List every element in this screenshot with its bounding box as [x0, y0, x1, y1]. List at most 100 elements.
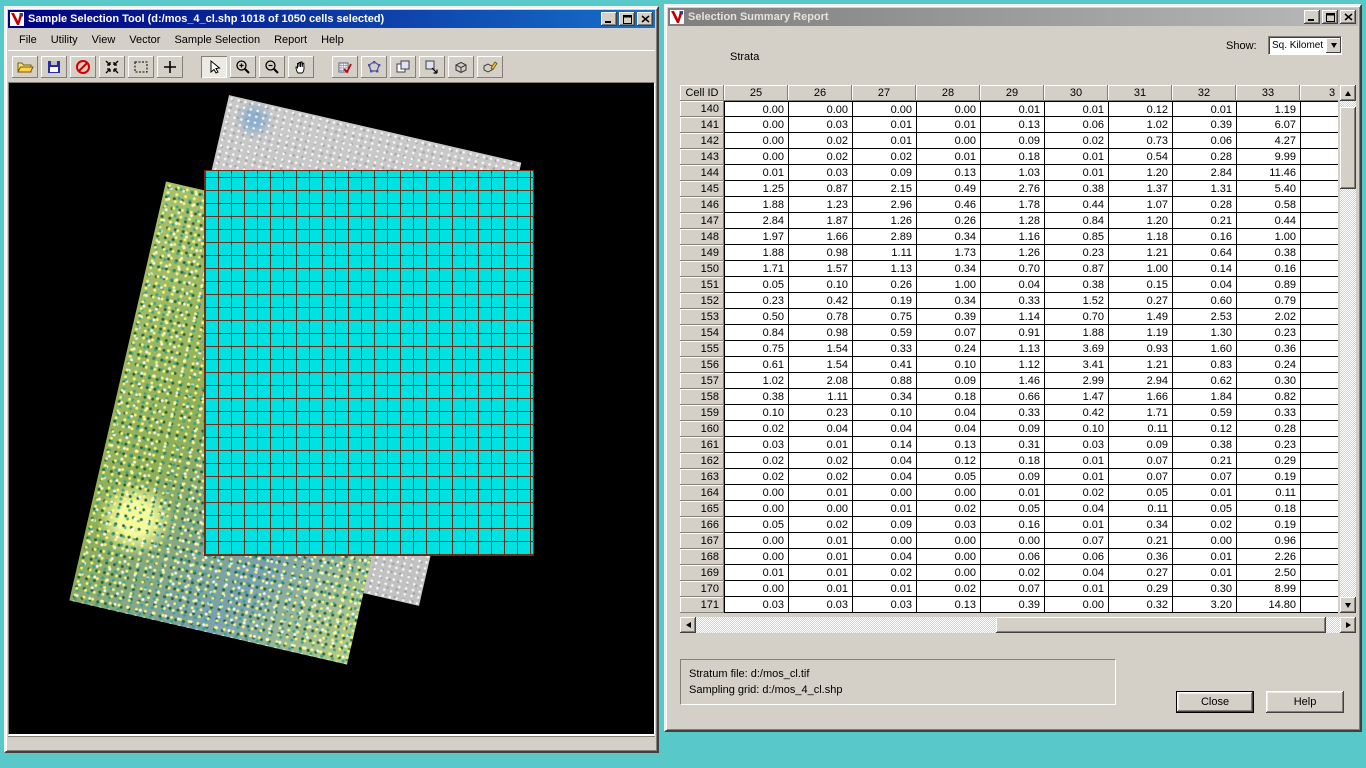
- menu-vector[interactable]: Vector: [122, 32, 167, 48]
- menu-help[interactable]: Help: [314, 32, 351, 48]
- zoom-out-icon[interactable]: [259, 56, 285, 78]
- close-button[interactable]: Close: [1176, 691, 1254, 713]
- value-cell: 1.78: [980, 197, 1044, 213]
- value-cell: 0.23: [1044, 245, 1108, 261]
- menu-sample-selection[interactable]: Sample Selection: [167, 32, 267, 48]
- help-button[interactable]: Help: [1266, 691, 1344, 713]
- table-row: 1620.020.020.040.120.180.010.070.210.29: [680, 453, 1338, 469]
- value-cell: 0.33: [1236, 405, 1300, 421]
- value-cell: 0.01: [1044, 165, 1108, 181]
- horizontal-scroll-thumb[interactable]: [996, 617, 1326, 633]
- cell-id: 158: [680, 389, 724, 405]
- sampling-grid-overlay[interactable]: [204, 170, 534, 556]
- left-window-title: Sample Selection Tool (d:/mos_4_cl.shp 1…: [28, 13, 601, 25]
- value-cell: 1.16: [980, 229, 1044, 245]
- units-dropdown-value: Sq. Kilomet: [1269, 40, 1326, 51]
- paste-element-icon[interactable]: [419, 56, 445, 78]
- open-icon[interactable]: [12, 56, 38, 78]
- value-cell: 0.58: [1236, 197, 1300, 213]
- save-icon[interactable]: [41, 56, 67, 78]
- pointer-icon[interactable]: [201, 56, 227, 78]
- value-cell: 0.84: [1044, 213, 1108, 229]
- cell-id: 166: [680, 517, 724, 533]
- value-cell: 0.03: [852, 597, 916, 613]
- stop-icon[interactable]: [70, 56, 96, 78]
- vertical-scroll-thumb[interactable]: [1340, 107, 1356, 189]
- fit-to-window-icon[interactable]: [99, 56, 125, 78]
- value-cell: 0.10: [724, 405, 788, 421]
- copy-element-icon[interactable]: [390, 56, 416, 78]
- column-header: 31: [1108, 85, 1172, 101]
- value-cell: 0.21: [1172, 213, 1236, 229]
- select-polygon-icon[interactable]: [361, 56, 387, 78]
- menu-view[interactable]: View: [85, 32, 123, 48]
- digitize-icon[interactable]: [477, 56, 503, 78]
- cell-id: 155: [680, 341, 724, 357]
- value-cell: 0.39: [1172, 117, 1236, 133]
- menu-utility[interactable]: Utility: [44, 32, 85, 48]
- value-cell: 0.21: [1108, 533, 1172, 549]
- dropdown-arrow-icon[interactable]: [1326, 38, 1341, 53]
- value-cell: 0.01: [788, 549, 852, 565]
- table-row: 1630.020.020.040.050.090.010.070.070.19: [680, 469, 1338, 485]
- value-cell: [1300, 517, 1338, 533]
- table-row: 1451.250.872.150.492.760.381.371.315.40: [680, 181, 1338, 197]
- maximize-icon[interactable]: [619, 12, 635, 26]
- maximize-icon[interactable]: [1322, 10, 1338, 24]
- scroll-left-icon[interactable]: [680, 617, 696, 633]
- menu-file[interactable]: File: [12, 32, 44, 48]
- right-titlebar[interactable]: Selection Summary Report: [668, 8, 1358, 26]
- value-cell: 0.12: [1172, 421, 1236, 437]
- select-element-icon[interactable]: [332, 56, 358, 78]
- menu-report[interactable]: Report: [267, 32, 314, 48]
- value-cell: 2.84: [724, 213, 788, 229]
- value-cell: 0.04: [1172, 277, 1236, 293]
- scroll-down-icon[interactable]: [1340, 597, 1356, 613]
- value-cell: 0.34: [1108, 517, 1172, 533]
- value-cell: 0.07: [916, 325, 980, 341]
- value-cell: 0.01: [788, 533, 852, 549]
- scroll-up-icon[interactable]: [1340, 85, 1356, 101]
- scroll-right-icon[interactable]: [1340, 617, 1356, 633]
- close-icon[interactable]: [1340, 10, 1356, 24]
- cube-icon[interactable]: [448, 56, 474, 78]
- sampling-grid-text: Sampling grid: d:/mos_4_cl.shp: [689, 682, 1107, 698]
- value-cell: 0.00: [724, 485, 788, 501]
- value-cell: 0.23: [724, 293, 788, 309]
- value-cell: 0.00: [852, 533, 916, 549]
- value-cell: 0.23: [788, 405, 852, 421]
- zoom-box-icon[interactable]: [128, 56, 154, 78]
- vertical-scrollbar[interactable]: [1340, 85, 1356, 613]
- units-dropdown[interactable]: Sq. Kilomet: [1268, 36, 1342, 55]
- value-cell: 0.38: [724, 389, 788, 405]
- value-cell: 0.00: [852, 101, 916, 117]
- value-cell: [1300, 149, 1338, 165]
- zoom-in-icon[interactable]: [230, 56, 256, 78]
- value-cell: [1300, 197, 1338, 213]
- value-cell: [1300, 581, 1338, 597]
- value-cell: 0.91: [980, 325, 1044, 341]
- map-canvas[interactable]: [8, 82, 655, 735]
- value-cell: 0.85: [1044, 229, 1108, 245]
- add-crosshair-icon[interactable]: [157, 56, 183, 78]
- value-cell: 0.09: [980, 133, 1044, 149]
- left-titlebar[interactable]: Sample Selection Tool (d:/mos_4_cl.shp 1…: [8, 10, 655, 28]
- value-cell: 0.01: [852, 581, 916, 597]
- pan-icon[interactable]: [288, 56, 314, 78]
- value-cell: 6.07: [1236, 117, 1300, 133]
- cell-id: 153: [680, 309, 724, 325]
- value-cell: 1.52: [1044, 293, 1108, 309]
- minimize-icon[interactable]: [601, 12, 617, 26]
- value-cell: 1.46: [980, 373, 1044, 389]
- cell-id: 146: [680, 197, 724, 213]
- value-cell: 2.84: [1172, 165, 1236, 181]
- minimize-icon[interactable]: [1304, 10, 1320, 24]
- value-cell: 0.09: [980, 421, 1044, 437]
- cell-id: 159: [680, 405, 724, 421]
- horizontal-scrollbar[interactable]: [680, 617, 1356, 633]
- value-cell: 0.04: [852, 421, 916, 437]
- table-row: 1560.611.540.410.101.123.411.210.830.24: [680, 357, 1338, 373]
- value-cell: 2.76: [980, 181, 1044, 197]
- close-icon[interactable]: [637, 12, 653, 26]
- value-cell: 0.28: [1172, 197, 1236, 213]
